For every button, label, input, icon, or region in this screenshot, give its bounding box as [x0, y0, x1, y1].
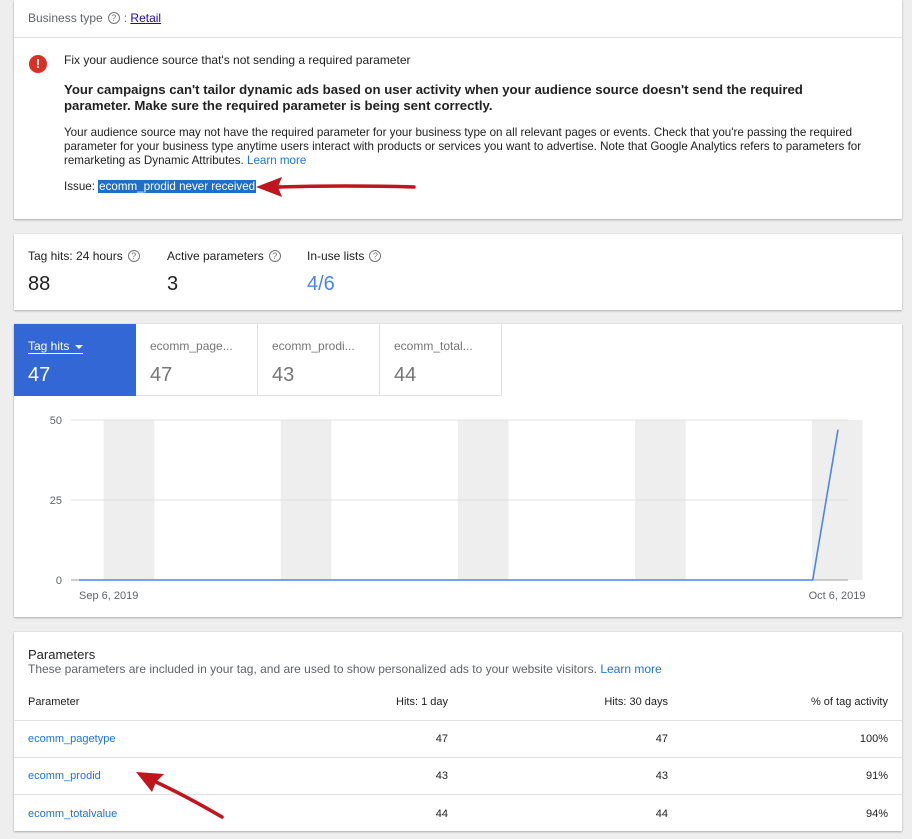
parameters-subtitle: These parameters are included in your ta… [28, 662, 662, 676]
stat-label: Active parameters [167, 249, 264, 263]
divider [14, 37, 902, 38]
tab-tag-hits[interactable]: Tag hits 47 [14, 324, 136, 396]
stats-card: Tag hits: 24 hours? 88 Active parameters… [14, 234, 902, 310]
hits-30-days: 43 [655, 770, 668, 782]
stat-label: Tag hits: 24 hours [28, 249, 123, 263]
y-tick-label: 50 [50, 415, 62, 427]
chart-card: Tag hits 47 ecomm_page... 47 ecomm_prodi… [14, 324, 902, 617]
stat-tag-hits: Tag hits: 24 hours? 88 [28, 249, 144, 296]
parameters-title: Parameters [28, 647, 96, 662]
parameter-link[interactable]: ecomm_prodid [28, 770, 101, 782]
parameter-link[interactable]: ecomm_totalvalue [28, 808, 117, 820]
error-icon: ! [29, 55, 47, 73]
help-icon[interactable]: ? [268, 250, 281, 262]
stat-active-parameters: Active parameters? 3 [167, 249, 285, 296]
stat-value-link[interactable]: 4/6 [307, 273, 385, 296]
x-tick-label: Oct 6, 2019 [809, 590, 866, 602]
column-header[interactable]: Hits: 30 days [604, 696, 668, 708]
y-tick-label: 0 [56, 575, 62, 587]
tab-value: 47 [150, 364, 173, 386]
issue-label: Issue: [64, 180, 95, 193]
tab-value: 43 [272, 364, 295, 386]
annotation-arrow [256, 177, 416, 197]
parameters-subtitle-text: These parameters are included in your ta… [28, 662, 597, 676]
business-type-label: Business type [28, 11, 103, 25]
hits-1-day: 47 [435, 733, 448, 745]
tab-ecomm-pagetype[interactable]: ecomm_page... 47 [136, 324, 258, 396]
stat-value: 3 [167, 273, 179, 295]
stat-in-use-lists: In-use lists? 4/6 [307, 249, 385, 296]
learn-more-link[interactable]: Learn more [247, 154, 306, 167]
tab-value: 47 [28, 364, 51, 386]
tab-ecomm-totalvalue[interactable]: ecomm_total... 44 [380, 324, 502, 396]
business-type-link[interactable]: Retail [130, 11, 161, 25]
tab-label: ecomm_page... [150, 339, 233, 353]
tab-value: 44 [394, 364, 417, 386]
stat-label: In-use lists [307, 249, 365, 263]
table-row: ecomm_totalvalue 44 44 94% [14, 795, 902, 832]
y-tick-label: 25 [50, 495, 62, 507]
table-row: ecomm_prodid 43 43 91% [14, 758, 902, 795]
hits-1-day: 44 [435, 807, 448, 820]
issue-description-text: Your audience source may not have the re… [64, 126, 862, 167]
tab-ecomm-prodid[interactable]: ecomm_prodi... 43 [258, 324, 380, 396]
issue-description: Your audience source may not have the re… [64, 126, 874, 168]
learn-more-link[interactable]: Learn more [600, 662, 661, 676]
x-tick-label: Sep 6, 2019 [79, 590, 138, 602]
parameters-card: Parameters These parameters are included… [14, 632, 902, 831]
tab-label: Tag hits [28, 339, 70, 353]
column-header[interactable]: % of tag activity [811, 696, 888, 708]
column-header[interactable]: Hits: 1 day [396, 696, 448, 708]
hits-1-day: 43 [435, 770, 448, 782]
stat-value: 88 [28, 273, 51, 295]
issue-summary: Your campaigns can't tailor dynamic ads … [64, 82, 803, 113]
issue-value: ecomm_prodid never received [98, 180, 257, 193]
parameter-link[interactable]: ecomm_pagetype [28, 733, 115, 745]
tab-label: ecomm_total... [394, 339, 473, 353]
tag-activity-percent: 100% [859, 733, 888, 745]
tag-hits-chart: 0 25 50 Sep 6, 2019 Oct 6, 2019 [50, 415, 866, 602]
column-header[interactable]: Parameter [28, 696, 79, 708]
table-row: ecomm_pagetype 47 47 100% [14, 721, 902, 758]
tag-activity-percent: 94% [865, 807, 888, 820]
issue-card: Business type ?: Retail ! Fix your audie… [14, 0, 902, 219]
hits-30-days: 44 [655, 807, 668, 820]
issue-heading: Fix your audience source that's not send… [64, 53, 411, 67]
tag-activity-percent: 91% [865, 770, 888, 782]
help-icon[interactable]: ? [369, 250, 382, 262]
help-icon[interactable]: ? [127, 250, 140, 262]
table-header: Parameter Hits: 1 day Hits: 30 days % of… [14, 683, 902, 721]
business-type-row: Business type ?: Retail [28, 11, 162, 25]
dropdown-caret-icon[interactable] [75, 344, 84, 349]
issue-detail: Issue: ecomm_prodid never received [64, 180, 257, 193]
hits-30-days: 47 [655, 733, 668, 745]
help-icon[interactable]: ? [107, 12, 120, 24]
parameters-table: Parameter Hits: 1 day Hits: 30 days % of… [14, 683, 902, 832]
tab-label: ecomm_prodi... [272, 339, 355, 353]
